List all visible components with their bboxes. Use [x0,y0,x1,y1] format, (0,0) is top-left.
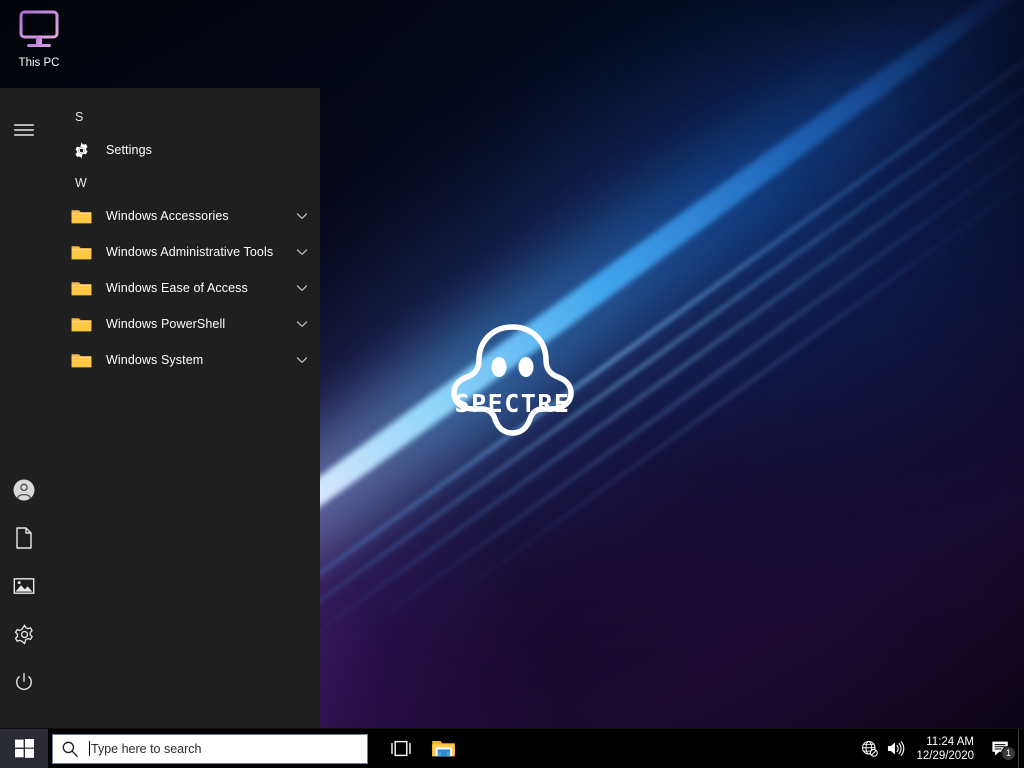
notifications-button[interactable]: 1 [984,729,1018,768]
folder-icon [431,741,455,757]
group-letter-w[interactable]: W [48,168,320,198]
start-pictures-button[interactable] [0,562,48,610]
taskbar-app-buttons [380,729,464,768]
volume-icon-button[interactable] [882,729,908,768]
start-app-label: Settings [106,143,152,157]
chevron-down-icon[interactable] [294,316,310,332]
desktop-icon-this-pc[interactable]: This PC [6,6,72,70]
search-placeholder: Type here to search [91,741,202,756]
monitor-icon [19,10,59,47]
start-app-settings[interactable]: Settings [48,132,320,168]
chevron-down-icon[interactable] [294,208,310,224]
notification-badge: 1 [1001,745,1016,761]
speaker-icon [887,741,905,756]
start-app-windows-system[interactable]: Windows System [48,342,320,378]
user-avatar-icon [13,479,35,501]
start-app-label: Windows Ease of Access [106,281,248,295]
folder-icon [68,241,94,263]
chevron-down-icon[interactable] [294,280,310,296]
start-app-windows-ease-of-access[interactable]: Windows Ease of Access [48,270,320,306]
chevron-down-icon[interactable] [294,244,310,260]
windows-logo-icon [14,739,34,758]
clock-time: 11:24 AM [926,735,974,748]
search-icon [62,741,78,757]
start-app-label: Windows Administrative Tools [106,245,274,259]
start-app-label: Windows PowerShell [106,317,226,331]
globe-no-internet-icon [861,740,878,757]
network-icon-button[interactable] [856,729,882,768]
folder-icon [68,349,94,371]
start-menu[interactable]: S Settings W Windows Accessories Windows… [0,88,320,728]
gear-icon [14,623,33,645]
start-documents-button[interactable] [0,514,48,562]
group-letter-s[interactable]: S [48,102,320,132]
folder-icon [68,205,94,227]
taskbar-clock[interactable]: 11:24 AM 12/29/2020 [908,729,984,768]
start-account-button[interactable] [0,466,48,514]
start-app-label: Windows Accessories [106,209,229,223]
start-hamburger-button[interactable] [0,106,48,154]
start-app-windows-administrative-tools[interactable]: Windows Administrative Tools [48,234,320,270]
start-power-button[interactable] [0,658,48,706]
start-menu-rail [0,88,48,728]
start-app-label: Windows System [106,353,204,367]
chevron-down-icon[interactable] [294,352,310,368]
pictures-icon [13,578,35,594]
search-input[interactable]: Type here to search [52,733,368,764]
desktop-icon-label: This PC [18,57,60,69]
start-app-windows-accessories[interactable]: Windows Accessories [48,198,320,234]
start-app-windows-powershell[interactable]: Windows PowerShell [48,306,320,342]
search-caret [89,741,90,756]
task-view-icon [391,740,411,757]
folder-icon [68,277,94,299]
folder-icon [68,313,94,335]
start-menu-app-list[interactable]: S Settings W Windows Accessories Windows… [48,88,320,728]
document-icon [16,527,32,549]
show-desktop-button[interactable] [1018,728,1024,768]
gear-icon [68,139,94,161]
desktop[interactable]: SPECTRE This PC S Settings W Windows Acc… [0,0,1024,768]
hamburger-icon [14,124,34,136]
file-explorer-button[interactable] [422,729,464,768]
start-button[interactable] [0,728,48,768]
start-settings-button[interactable] [0,610,48,658]
task-view-button[interactable] [380,729,422,768]
system-tray[interactable]: 11:24 AM 12/29/2020 1 [856,728,1024,768]
power-icon [16,672,32,691]
taskbar[interactable]: Type here to search 11:24 AM 12/29/2020 … [0,728,1024,768]
clock-date: 12/29/2020 [916,749,974,762]
